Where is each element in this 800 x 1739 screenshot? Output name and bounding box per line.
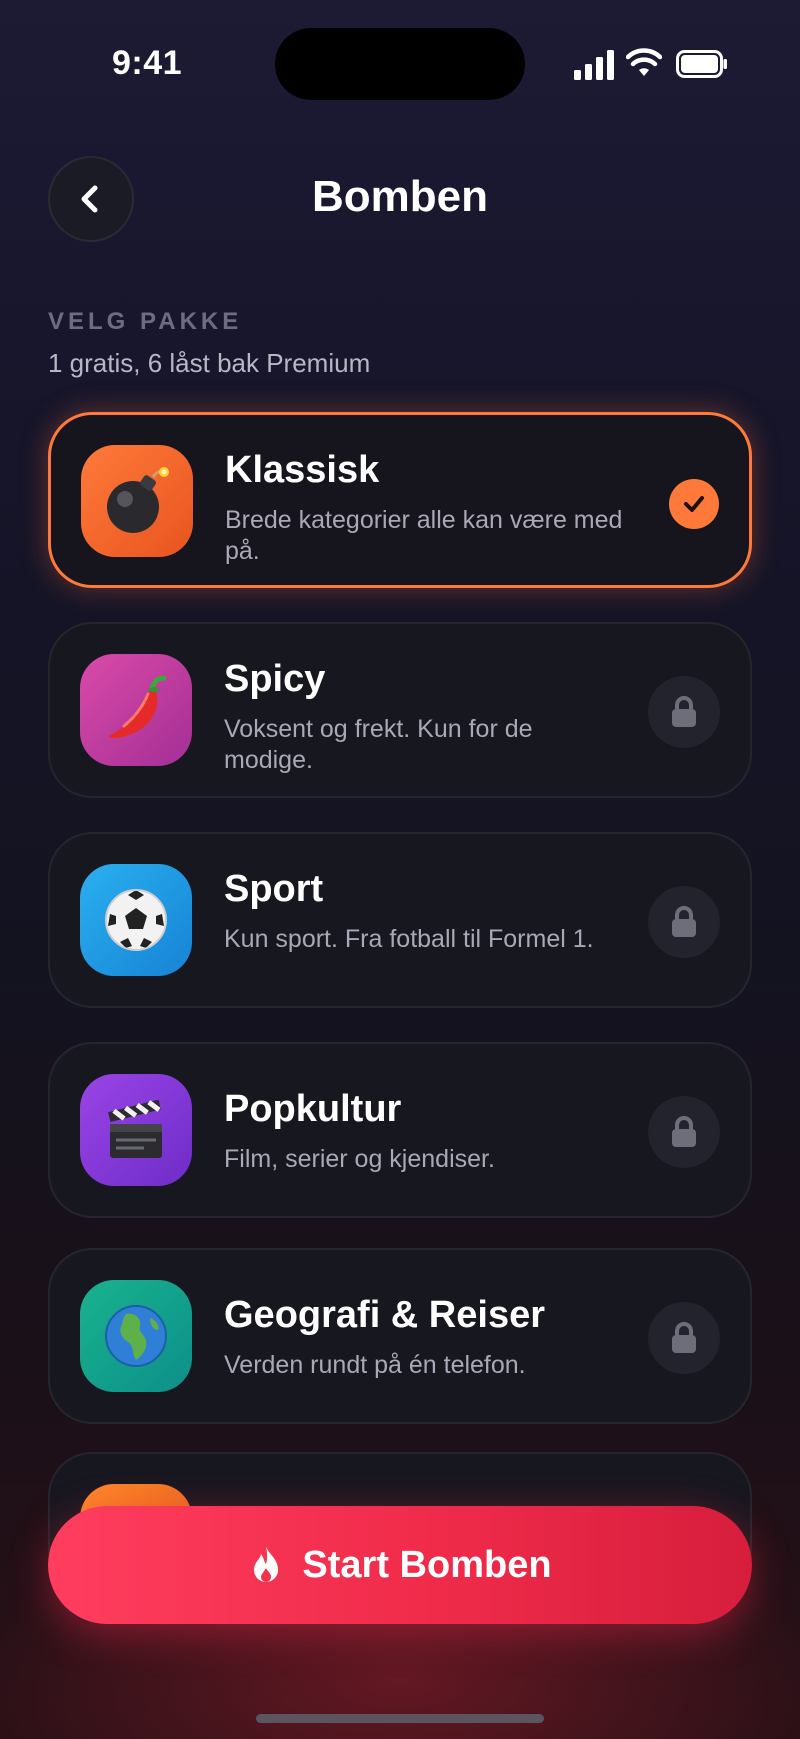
start-button[interactable]: Start Bomben bbox=[48, 1506, 752, 1624]
lock-button[interactable] bbox=[648, 676, 720, 748]
section-subtitle: 1 gratis, 6 låst bak Premium bbox=[48, 348, 371, 378]
cellular-signal-icon bbox=[574, 50, 614, 80]
chili-pepper-icon bbox=[108, 675, 167, 739]
pack-card-klassisk[interactable]: Klassisk Brede kategorier alle kan være … bbox=[48, 412, 752, 588]
status-time: 9:41 bbox=[112, 44, 183, 82]
status-bar: 9:41 bbox=[0, 0, 800, 120]
pack-icon-tile bbox=[80, 1074, 192, 1186]
dynamic-island bbox=[275, 28, 525, 100]
clapperboard-icon bbox=[108, 1099, 162, 1158]
pack-description: Voksent og frekt. Kun for de modige. bbox=[224, 715, 533, 774]
pack-icon-tile bbox=[80, 654, 192, 766]
globe-icon bbox=[105, 1305, 167, 1367]
pack-title: Popkultur bbox=[224, 1088, 402, 1130]
soccer-ball-icon bbox=[105, 889, 167, 951]
start-button-label: Start Bomben bbox=[302, 1543, 552, 1586]
pack-icon-tile bbox=[80, 1280, 192, 1392]
pack-icon-tile bbox=[80, 864, 192, 976]
pack-title: Spicy bbox=[224, 658, 326, 700]
lock-button[interactable] bbox=[648, 886, 720, 958]
pack-title: Klassisk bbox=[225, 449, 380, 491]
lock-icon bbox=[672, 1322, 696, 1353]
pack-description: Film, serier og kjendiser. bbox=[224, 1145, 495, 1173]
selected-check-icon bbox=[669, 479, 719, 529]
pack-card-spicy[interactable]: Spicy Voksent og frekt. Kun for de modig… bbox=[48, 622, 752, 798]
pack-card-popkultur[interactable]: Popkultur Film, serier og kjendiser. bbox=[48, 1042, 752, 1218]
pack-card-geografi[interactable]: Geografi & Reiser Verden rundt på én tel… bbox=[48, 1248, 752, 1424]
bomb-icon bbox=[107, 467, 169, 533]
pack-card-sport[interactable]: Sport Kun sport. Fra fotball til Formel … bbox=[48, 832, 752, 1008]
lock-icon bbox=[672, 696, 696, 727]
pack-title: Sport bbox=[224, 868, 324, 910]
page-title: Bomben bbox=[312, 172, 488, 221]
pack-icon-tile bbox=[81, 445, 193, 557]
lock-button[interactable] bbox=[648, 1096, 720, 1168]
lock-icon bbox=[672, 1116, 696, 1147]
wifi-icon bbox=[626, 48, 662, 76]
pack-description: Verden rundt på én telefon. bbox=[224, 1351, 526, 1379]
home-indicator bbox=[256, 1714, 544, 1723]
battery-icon bbox=[676, 50, 727, 78]
lock-icon bbox=[672, 906, 696, 937]
flame-icon bbox=[254, 1546, 279, 1582]
pack-title: Geografi & Reiser bbox=[224, 1294, 545, 1336]
pack-description: Kun sport. Fra fotball til Formel 1. bbox=[224, 925, 594, 953]
pack-description: Brede kategorier alle kan være med på. bbox=[225, 506, 623, 565]
lock-button[interactable] bbox=[648, 1302, 720, 1374]
section-label: VELG PAKKE bbox=[48, 308, 243, 335]
